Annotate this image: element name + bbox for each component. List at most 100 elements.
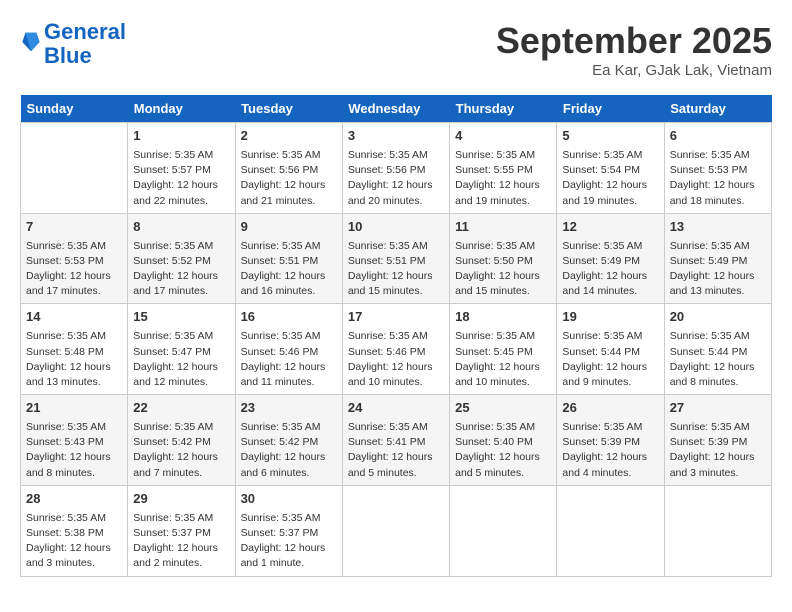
calendar-cell: 23 Sunrise: 5:35 AM Sunset: 5:42 PM Dayli… — [235, 395, 342, 486]
calendar-cell: 14 Sunrise: 5:35 AM Sunset: 5:48 PM Dayli… — [21, 304, 128, 395]
calendar-cell: 3 Sunrise: 5:35 AM Sunset: 5:56 PM Daylig… — [342, 123, 449, 214]
calendar-cell: 7Sunrise: 5:35 AM Sunset: 5:53 PM Daylig… — [21, 213, 128, 304]
day-info: Sunrise: 5:35 AM Sunset: 5:37 PM Dayligh… — [133, 511, 229, 572]
calendar-cell: 4Sunrise: 5:35 AM Sunset: 5:55 PM Daylig… — [450, 123, 557, 214]
calendar-cell: 9 Sunrise: 5:35 AM Sunset: 5:51 PM Daylig… — [235, 213, 342, 304]
weekday-header-row: SundayMondayTuesdayWednesdayThursdayFrid… — [21, 95, 772, 123]
calendar-cell: 21Sunrise: 5:35 AM Sunset: 5:43 PM Dayli… — [21, 395, 128, 486]
day-number: 1 — [133, 127, 229, 146]
calendar-cell: 1 Sunrise: 5:35 AM Sunset: 5:57 PM Daylig… — [128, 123, 235, 214]
day-info: Sunrise: 5:35 AM Sunset: 5:53 PM Dayligh… — [670, 148, 766, 209]
calendar-cell: 20Sunrise: 5:35 AM Sunset: 5:44 PM Dayli… — [664, 304, 771, 395]
calendar-cell: 24 Sunrise: 5:35 AM Sunset: 5:41 PM Dayli… — [342, 395, 449, 486]
day-number: 11 — [455, 218, 551, 237]
calendar-cell: 27Sunrise: 5:35 AM Sunset: 5:39 PM Dayli… — [664, 395, 771, 486]
day-info: Sunrise: 5:35 AM Sunset: 5:38 PM Dayligh… — [26, 511, 122, 572]
day-info: Sunrise: 5:35 AM Sunset: 5:47 PM Dayligh… — [133, 329, 229, 390]
day-number: 24 — [348, 399, 444, 418]
day-info: Sunrise: 5:35 AM Sunset: 5:41 PM Dayligh… — [348, 420, 444, 481]
day-info: Sunrise: 5:35 AM Sunset: 5:54 PM Dayligh… — [562, 148, 658, 209]
day-number: 16 — [241, 308, 337, 327]
day-info: Sunrise: 5:35 AM Sunset: 5:57 PM Dayligh… — [133, 148, 229, 209]
day-info: Sunrise: 5:35 AM Sunset: 5:43 PM Dayligh… — [26, 420, 122, 481]
day-number: 30 — [241, 490, 337, 509]
calendar-cell: 29 Sunrise: 5:35 AM Sunset: 5:37 PM Dayli… — [128, 485, 235, 576]
calendar-cell: 22 Sunrise: 5:35 AM Sunset: 5:42 PM Dayli… — [128, 395, 235, 486]
day-number: 14 — [26, 308, 122, 327]
calendar-cell: 6 Sunrise: 5:35 AM Sunset: 5:53 PM Daylig… — [664, 123, 771, 214]
calendar-cell: 15 Sunrise: 5:35 AM Sunset: 5:47 PM Dayli… — [128, 304, 235, 395]
day-number: 3 — [348, 127, 444, 146]
day-number: 20 — [670, 308, 766, 327]
calendar-cell: 17 Sunrise: 5:35 AM Sunset: 5:46 PM Dayli… — [342, 304, 449, 395]
calendar-week-2: 7Sunrise: 5:35 AM Sunset: 5:53 PM Daylig… — [21, 213, 772, 304]
day-number: 2 — [241, 127, 337, 146]
calendar-week-1: 1 Sunrise: 5:35 AM Sunset: 5:57 PM Daylig… — [21, 123, 772, 214]
day-info: Sunrise: 5:35 AM Sunset: 5:46 PM Dayligh… — [348, 329, 444, 390]
day-number: 27 — [670, 399, 766, 418]
title-block: September 2025 Ea Kar, GJak Lak, Vietnam — [496, 20, 772, 79]
day-info: Sunrise: 5:35 AM Sunset: 5:45 PM Dayligh… — [455, 329, 551, 390]
calendar-week-3: 14 Sunrise: 5:35 AM Sunset: 5:48 PM Dayli… — [21, 304, 772, 395]
month-title: September 2025 — [496, 20, 772, 62]
calendar-cell: 2 Sunrise: 5:35 AM Sunset: 5:56 PM Daylig… — [235, 123, 342, 214]
calendar-cell: 26 Sunrise: 5:35 AM Sunset: 5:39 PM Dayli… — [557, 395, 664, 486]
logo-text: General Blue — [44, 20, 126, 68]
calendar-week-5: 28 Sunrise: 5:35 AM Sunset: 5:38 PM Dayli… — [21, 485, 772, 576]
day-number: 17 — [348, 308, 444, 327]
day-info: Sunrise: 5:35 AM Sunset: 5:56 PM Dayligh… — [241, 148, 337, 209]
day-number: 28 — [26, 490, 122, 509]
weekday-header-tuesday: Tuesday — [235, 95, 342, 123]
calendar-cell: 28 Sunrise: 5:35 AM Sunset: 5:38 PM Dayli… — [21, 485, 128, 576]
day-number: 8 — [133, 218, 229, 237]
calendar-cell: 13 Sunrise: 5:35 AM Sunset: 5:49 PM Dayli… — [664, 213, 771, 304]
day-number: 10 — [348, 218, 444, 237]
day-info: Sunrise: 5:35 AM Sunset: 5:48 PM Dayligh… — [26, 329, 122, 390]
day-number: 4 — [455, 127, 551, 146]
page-header: General Blue September 2025 Ea Kar, GJak… — [20, 20, 772, 79]
calendar-cell — [21, 123, 128, 214]
calendar-cell — [342, 485, 449, 576]
calendar-cell: 11 Sunrise: 5:35 AM Sunset: 5:50 PM Dayli… — [450, 213, 557, 304]
day-number: 26 — [562, 399, 658, 418]
day-info: Sunrise: 5:35 AM Sunset: 5:51 PM Dayligh… — [241, 239, 337, 300]
weekday-header-sunday: Sunday — [21, 95, 128, 123]
calendar-cell: 19 Sunrise: 5:35 AM Sunset: 5:44 PM Dayli… — [557, 304, 664, 395]
weekday-header-friday: Friday — [557, 95, 664, 123]
day-info: Sunrise: 5:35 AM Sunset: 5:40 PM Dayligh… — [455, 420, 551, 481]
day-info: Sunrise: 5:35 AM Sunset: 5:42 PM Dayligh… — [241, 420, 337, 481]
day-number: 19 — [562, 308, 658, 327]
day-number: 6 — [670, 127, 766, 146]
day-info: Sunrise: 5:35 AM Sunset: 5:44 PM Dayligh… — [562, 329, 658, 390]
calendar-cell: 8Sunrise: 5:35 AM Sunset: 5:52 PM Daylig… — [128, 213, 235, 304]
day-number: 22 — [133, 399, 229, 418]
day-number: 9 — [241, 218, 337, 237]
day-info: Sunrise: 5:35 AM Sunset: 5:46 PM Dayligh… — [241, 329, 337, 390]
weekday-header-wednesday: Wednesday — [342, 95, 449, 123]
day-info: Sunrise: 5:35 AM Sunset: 5:42 PM Dayligh… — [133, 420, 229, 481]
day-info: Sunrise: 5:35 AM Sunset: 5:50 PM Dayligh… — [455, 239, 551, 300]
day-info: Sunrise: 5:35 AM Sunset: 5:51 PM Dayligh… — [348, 239, 444, 300]
logo: General Blue — [20, 20, 126, 68]
day-number: 25 — [455, 399, 551, 418]
day-number: 12 — [562, 218, 658, 237]
day-info: Sunrise: 5:35 AM Sunset: 5:39 PM Dayligh… — [562, 420, 658, 481]
day-number: 15 — [133, 308, 229, 327]
day-number: 23 — [241, 399, 337, 418]
day-number: 18 — [455, 308, 551, 327]
calendar-cell — [557, 485, 664, 576]
day-info: Sunrise: 5:35 AM Sunset: 5:49 PM Dayligh… — [562, 239, 658, 300]
day-info: Sunrise: 5:35 AM Sunset: 5:49 PM Dayligh… — [670, 239, 766, 300]
calendar-cell: 25 Sunrise: 5:35 AM Sunset: 5:40 PM Dayli… — [450, 395, 557, 486]
location: Ea Kar, GJak Lak, Vietnam — [496, 62, 772, 79]
day-info: Sunrise: 5:35 AM Sunset: 5:56 PM Dayligh… — [348, 148, 444, 209]
calendar-cell: 16 Sunrise: 5:35 AM Sunset: 5:46 PM Dayli… — [235, 304, 342, 395]
weekday-header-monday: Monday — [128, 95, 235, 123]
calendar-cell: 18 Sunrise: 5:35 AM Sunset: 5:45 PM Dayli… — [450, 304, 557, 395]
day-number: 13 — [670, 218, 766, 237]
calendar-table: SundayMondayTuesdayWednesdayThursdayFrid… — [20, 95, 772, 577]
calendar-cell: 5Sunrise: 5:35 AM Sunset: 5:54 PM Daylig… — [557, 123, 664, 214]
calendar-cell — [664, 485, 771, 576]
day-number: 29 — [133, 490, 229, 509]
weekday-header-thursday: Thursday — [450, 95, 557, 123]
